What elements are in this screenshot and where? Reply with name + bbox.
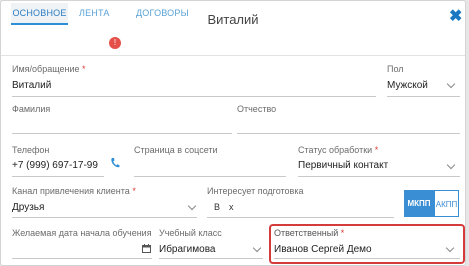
class-label: Учебный класс xyxy=(159,228,222,238)
start-date-label: Желаемая дата начала обучения xyxy=(12,228,152,238)
status-label: Статус обработки * xyxy=(298,145,379,155)
class-select-underline xyxy=(159,258,263,259)
modal-title: Виталий xyxy=(207,12,259,27)
class-chevron-down-icon[interactable] xyxy=(252,243,262,253)
gender-chevron-down-icon[interactable] xyxy=(446,79,456,89)
patronymic-field-underline xyxy=(237,133,460,134)
status-select[interactable]: Первичный контакт xyxy=(298,160,388,171)
tab-contracts[interactable]: ДОГОВОРЫ xyxy=(136,3,189,25)
calendar-icon[interactable] xyxy=(142,244,151,253)
patronymic-label: Отчество xyxy=(237,104,277,114)
phone-field[interactable]: +7 (999) 697-17-99 xyxy=(12,160,98,171)
client-card-modal: Виталий ✖ ОСНОВНОЕ ЛЕНТА ! ДОГОВОРЫ Имя/… xyxy=(0,0,466,266)
training-chip-b[interactable]: B xyxy=(211,200,223,214)
start-date-underline xyxy=(12,258,152,259)
name-label: Имя/обращение * xyxy=(12,64,86,74)
mkpp-toggle-button[interactable]: МКПП xyxy=(404,190,434,217)
responsible-select[interactable]: Иванов Сергей Демо xyxy=(274,244,372,255)
phone-icon[interactable] xyxy=(110,157,120,169)
surname-label: Фамилия xyxy=(12,104,51,114)
name-field-underline xyxy=(12,96,376,97)
phone-field-underline xyxy=(12,176,104,177)
responsible-label: Ответственный * xyxy=(274,228,345,238)
training-label: Интересует подготовка xyxy=(207,186,304,196)
status-select-underline xyxy=(298,176,460,177)
responsible-select-underline xyxy=(274,258,460,259)
channel-label: Канал привлечения клиента * xyxy=(12,186,136,196)
gender-select-underline xyxy=(387,96,460,97)
training-chip-remove-icon[interactable]: x xyxy=(226,200,237,214)
training-field-underline xyxy=(207,217,394,218)
gender-label: Пол xyxy=(387,64,404,74)
surname-field-underline xyxy=(12,133,232,134)
tab-main[interactable]: ОСНОВНОЕ xyxy=(11,3,68,25)
channel-select[interactable]: Друзья xyxy=(12,202,44,213)
name-field[interactable]: Виталий xyxy=(12,80,51,91)
phone-label: Телефон xyxy=(12,145,50,155)
tab-bar xyxy=(1,31,465,56)
channel-chevron-down-icon[interactable] xyxy=(187,201,197,211)
channel-select-underline xyxy=(12,217,197,218)
tab-feed[interactable]: ЛЕНТА xyxy=(79,3,110,25)
social-label: Страница в соцсети xyxy=(134,145,218,155)
feed-alert-badge: ! xyxy=(109,37,121,49)
status-chevron-down-icon[interactable] xyxy=(446,160,456,170)
akpp-toggle-button[interactable]: АКПП xyxy=(434,190,459,217)
gender-select[interactable]: Мужской xyxy=(387,80,428,91)
class-select[interactable]: Ибрагимова xyxy=(159,244,215,255)
close-icon[interactable]: ✖ xyxy=(449,9,462,25)
social-field-underline xyxy=(134,176,286,177)
